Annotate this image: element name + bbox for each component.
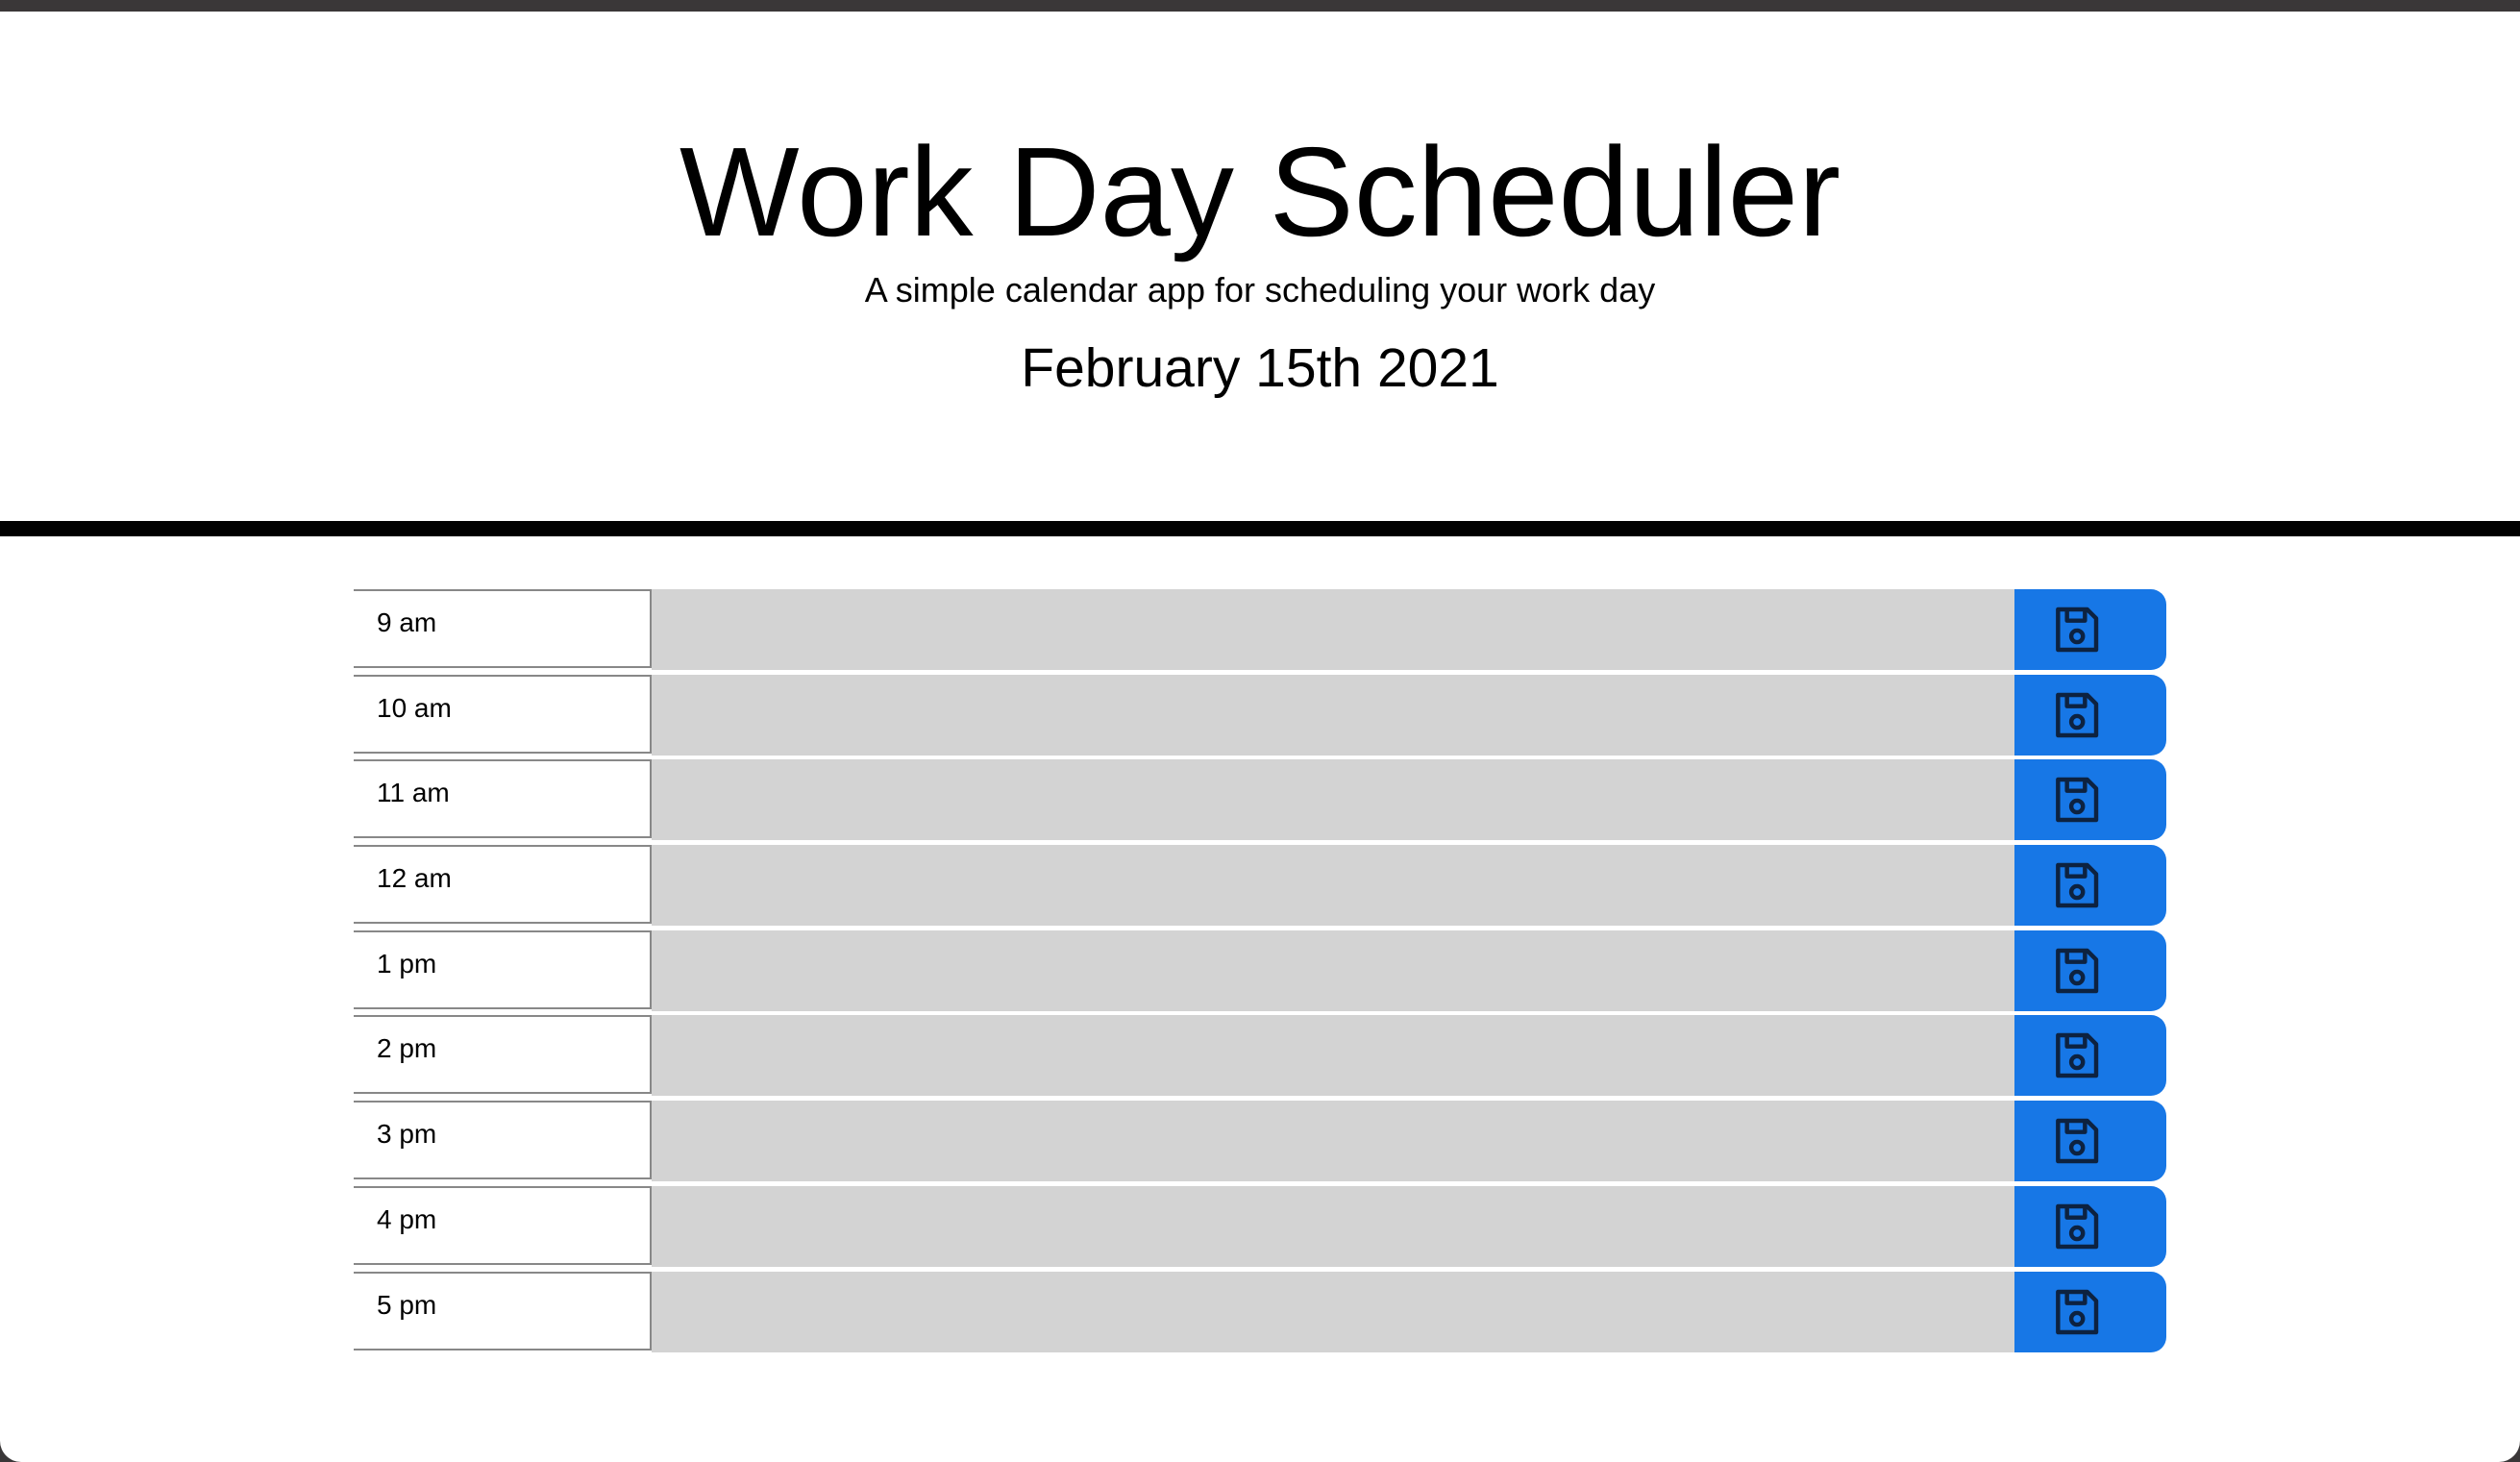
- event-description-input[interactable]: [652, 929, 2014, 1011]
- floppy-disk-icon: [2056, 1203, 2099, 1250]
- event-description-input[interactable]: [652, 1101, 2014, 1182]
- page-title: Work Day Scheduler: [679, 121, 1841, 262]
- floppy-disk-icon: [2056, 1118, 2099, 1164]
- save-button[interactable]: [2014, 1271, 2166, 1352]
- app-window: Work Day Scheduler A simple calendar app…: [0, 12, 2520, 1462]
- floppy-disk-icon: [2056, 948, 2099, 993]
- save-button[interactable]: [2014, 1015, 2166, 1097]
- floppy-disk-icon: [2056, 1033, 2099, 1078]
- save-button[interactable]: [2014, 674, 2166, 756]
- hour-label: 5 pm: [354, 1271, 652, 1350]
- event-description-input[interactable]: [652, 674, 2014, 756]
- hour-label: 11 am: [354, 759, 652, 839]
- timeblock-row: 3 pm: [354, 1101, 2166, 1182]
- floppy-disk-icon: [2056, 607, 2099, 653]
- header-divider: [0, 521, 2520, 536]
- floppy-disk-icon: [2056, 1289, 2099, 1334]
- save-button[interactable]: [2014, 589, 2166, 670]
- event-description-input[interactable]: [652, 1185, 2014, 1267]
- timeblock-row: 11 am: [354, 759, 2166, 841]
- timeblock-row: 4 pm: [354, 1185, 2166, 1267]
- timeblock-row: 5 pm: [354, 1271, 2166, 1352]
- timeblock-row: 1 pm: [354, 929, 2166, 1011]
- event-description-input[interactable]: [652, 1271, 2014, 1352]
- hour-label: 4 pm: [354, 1185, 652, 1265]
- save-button[interactable]: [2014, 759, 2166, 841]
- hour-label: 2 pm: [354, 1015, 652, 1095]
- current-date: February 15th 2021: [1021, 337, 1499, 399]
- save-button[interactable]: [2014, 929, 2166, 1011]
- event-description-input[interactable]: [652, 589, 2014, 670]
- hour-label: 9 am: [354, 589, 652, 668]
- event-description-input[interactable]: [652, 759, 2014, 841]
- jumbotron-header: Work Day Scheduler A simple calendar app…: [0, 12, 2520, 521]
- hour-label: 3 pm: [354, 1101, 652, 1180]
- save-button[interactable]: [2014, 1101, 2166, 1182]
- timeblock-row: 10 am: [354, 674, 2166, 756]
- timeblock-row: 12 am: [354, 845, 2166, 927]
- page-subtitle: A simple calendar app for scheduling you…: [864, 270, 1656, 310]
- timeblock-list: 9 am 10 am 11 am 12 am 1 pm 2 pm 3 pm 4 …: [354, 589, 2166, 1356]
- event-description-input[interactable]: [652, 1015, 2014, 1097]
- floppy-disk-icon: [2056, 778, 2099, 823]
- event-description-input[interactable]: [652, 845, 2014, 927]
- save-button[interactable]: [2014, 845, 2166, 927]
- hour-label: 1 pm: [354, 929, 652, 1009]
- floppy-disk-icon: [2056, 862, 2099, 908]
- timeblock-row: 9 am: [354, 589, 2166, 670]
- save-button[interactable]: [2014, 1185, 2166, 1267]
- hour-label: 12 am: [354, 845, 652, 925]
- hour-label: 10 am: [354, 674, 652, 754]
- floppy-disk-icon: [2056, 692, 2099, 737]
- timeblock-row: 2 pm: [354, 1015, 2166, 1097]
